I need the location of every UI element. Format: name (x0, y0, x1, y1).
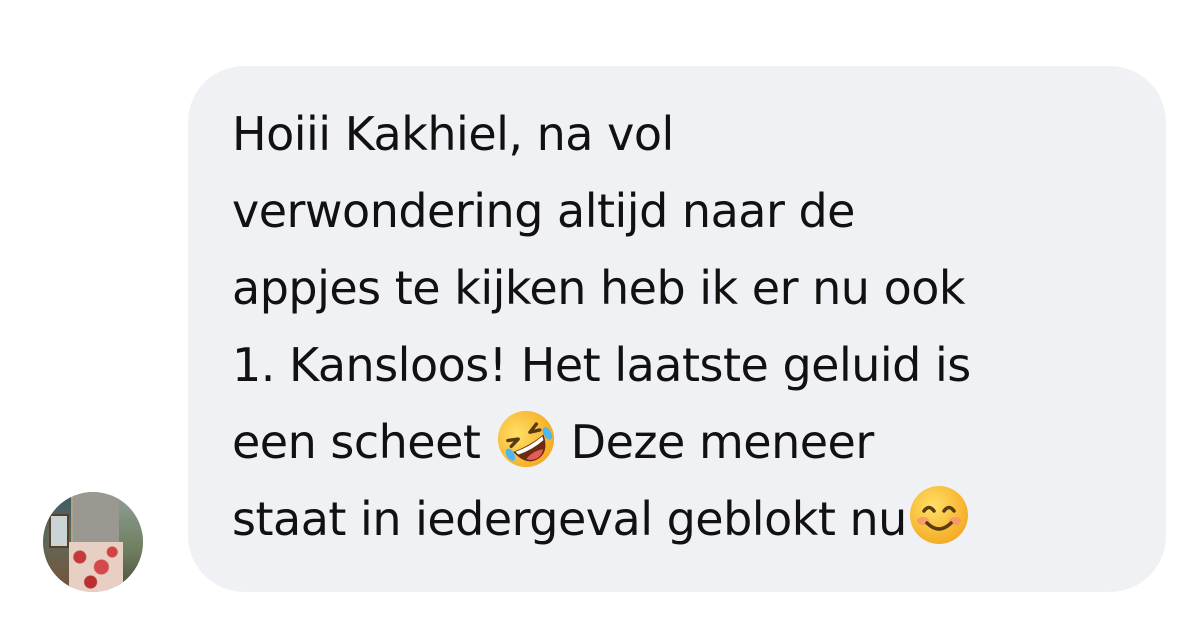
message-line-6-text: staat in iedergeval geblokt nu (232, 492, 907, 546)
rolling-on-floor-laughing-emoji (497, 410, 554, 468)
message-line-3: appjes te kijken heb ik er nu ook (232, 261, 966, 315)
smiling-face-with-smiling-eyes-emoji (909, 486, 968, 544)
avatar[interactable] (43, 492, 143, 592)
message-line-4: 1. Kansloos! Het laatste geluid is (232, 338, 971, 392)
message-line-5-end: Deze meneer (556, 415, 875, 469)
avatar-window (49, 514, 69, 548)
message-line-5-start: een scheet (232, 415, 495, 469)
chat-view: Hoiii Kakhiel, na vol verwondering altij… (0, 0, 1200, 630)
message-line-5: een scheet Deze meneer (232, 404, 1142, 481)
message-line-2: verwondering altijd naar de (232, 184, 855, 238)
message-line-6: staat in iedergeval geblokt nu (232, 481, 1142, 558)
avatar-blurred-face (73, 492, 119, 544)
message-line-1: Hoiii Kakhiel, na vol (232, 107, 674, 161)
message-text: Hoiii Kakhiel, na vol verwondering altij… (232, 96, 1142, 558)
avatar-floral-shirt (69, 542, 123, 592)
